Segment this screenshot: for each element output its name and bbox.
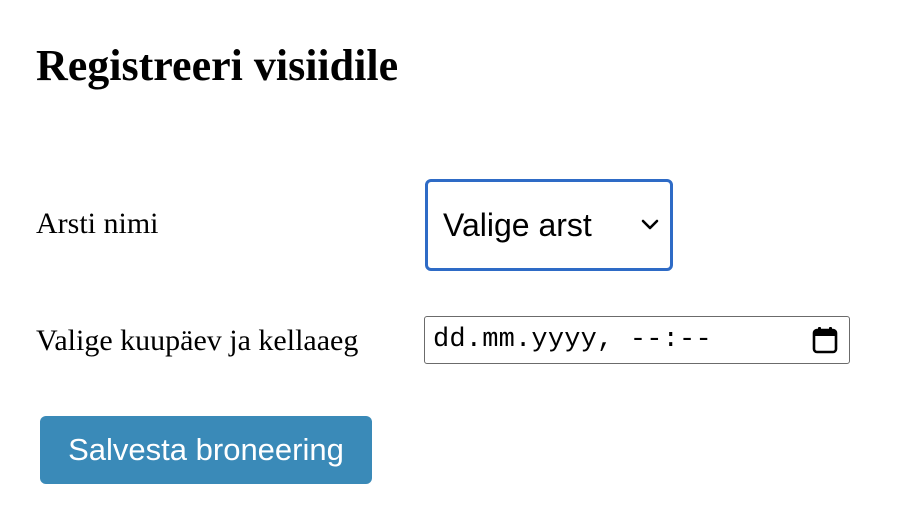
chevron-down-icon	[640, 215, 660, 235]
doctor-select[interactable]: Valige arst	[425, 179, 673, 271]
datetime-input[interactable]: dd.mm.yyyy, --:--	[424, 316, 850, 364]
page-title: Registreeri visiidile	[36, 41, 399, 90]
doctor-label: Arsti nimi	[36, 207, 159, 240]
datetime-input-value[interactable]: dd.mm.yyyy, --:--	[433, 325, 811, 355]
calendar-icon[interactable]	[811, 325, 839, 355]
save-booking-button[interactable]: Salvesta broneering	[40, 416, 372, 484]
datetime-label: Valige kuupäev ja kellaaeg	[36, 324, 359, 357]
doctor-select-value: Valige arst	[443, 206, 592, 243]
